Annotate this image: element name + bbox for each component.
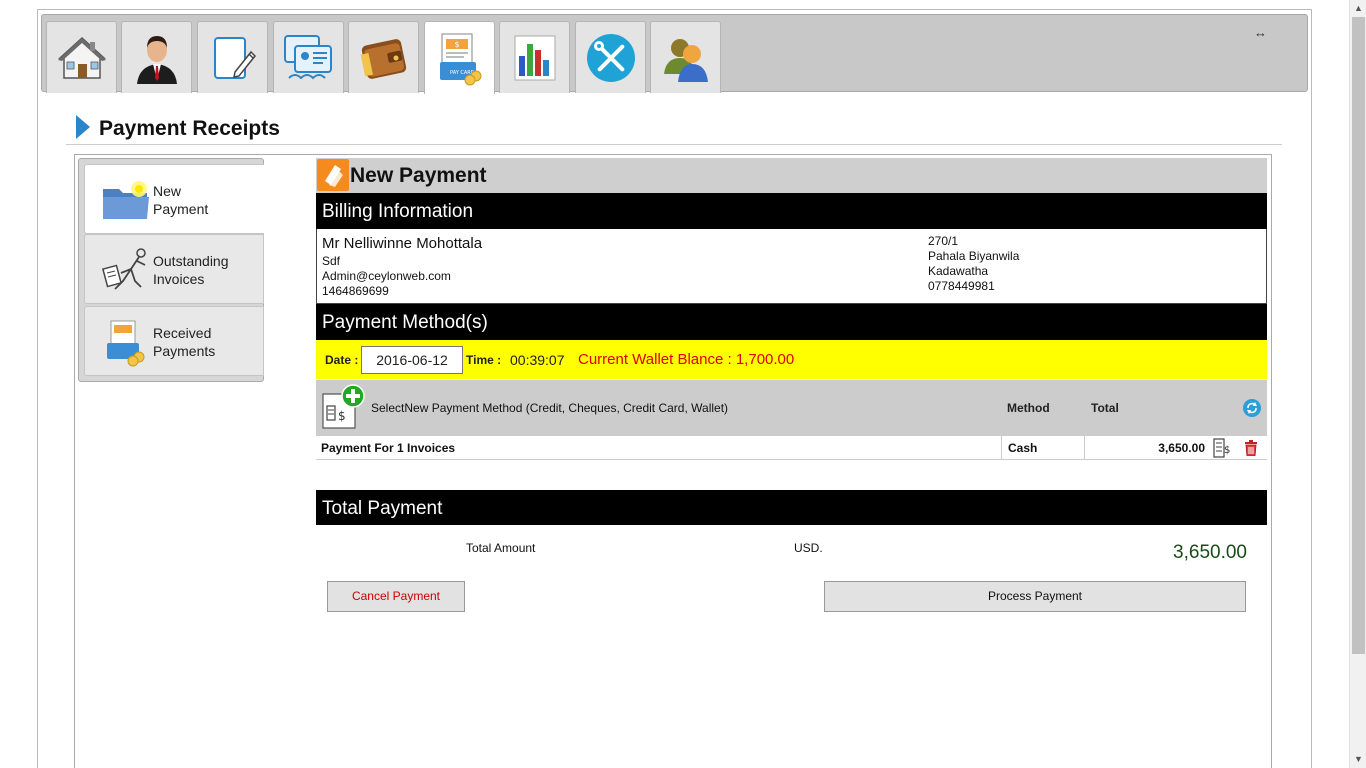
- customer-name: Mr Nelliwinne Mohottala: [322, 235, 483, 252]
- delete-icon[interactable]: [1244, 440, 1258, 456]
- methods-heading: Payment Method(s): [316, 304, 1267, 340]
- column-method: Method: [1007, 401, 1050, 415]
- customer-address: 270/1 Pahala Biyanwila Kadawatha 0778449…: [928, 234, 1019, 294]
- bar-chart-icon: [514, 35, 555, 80]
- address-line1: 270/1: [928, 234, 959, 248]
- cancel-payment-button[interactable]: Cancel Payment: [327, 581, 465, 612]
- customer-email: Admin@ceylonweb.com: [322, 269, 451, 283]
- wallet-icon: [360, 38, 406, 79]
- tab-wallet[interactable]: [348, 21, 419, 93]
- tools-icon: [586, 33, 635, 82]
- sidebar-item-new-payment[interactable]: New Payment: [84, 164, 264, 234]
- sidebar-item-received-payments[interactable]: Received Payments: [84, 306, 264, 376]
- sidebar-label: New Payment: [153, 183, 209, 217]
- resize-icon[interactable]: ↔: [1254, 25, 1267, 40]
- address-line3: Kadawatha: [928, 264, 989, 278]
- tab-home[interactable]: [46, 21, 117, 93]
- tab-cards[interactable]: [273, 21, 344, 93]
- page: $ PAY CARD ↔ Payment Receipts New Paymen…: [0, 0, 1366, 768]
- vertical-scrollbar[interactable]: ▲ ▼: [1349, 0, 1366, 768]
- total-area: Total Amount USD. 3,650.00: [316, 525, 1267, 575]
- total-amount-value: 3,650.00: [1173, 542, 1247, 563]
- row-description: Payment For 1 Invoices: [321, 441, 456, 455]
- currency-label: USD.: [794, 541, 823, 555]
- page-heading: Payment Receipts: [66, 112, 1282, 145]
- address-phone: 0778449981: [928, 279, 995, 293]
- process-payment-button[interactable]: Process Payment: [824, 581, 1246, 612]
- tab-reports[interactable]: [499, 21, 570, 93]
- id-cards-icon: [283, 34, 332, 79]
- received-card-icon: [107, 320, 145, 367]
- svg-text:$: $: [1224, 445, 1230, 456]
- running-man-icon: [101, 248, 146, 290]
- scroll-up-icon[interactable]: ▲: [1350, 0, 1366, 17]
- pay-card-icon: $ PAY CARD: [439, 33, 481, 86]
- date-label: Date :: [325, 353, 359, 367]
- folder-star-icon: [103, 181, 149, 219]
- billing-heading: Billing Information: [316, 193, 1267, 229]
- column-total: Total: [1091, 401, 1119, 415]
- businessman-icon: [136, 35, 177, 84]
- tab-users[interactable]: [650, 21, 721, 93]
- tab-payments[interactable]: $ PAY CARD: [424, 21, 495, 94]
- sidebar-item-outstanding-invoices[interactable]: Outstanding Invoices: [84, 234, 264, 304]
- panel-title: New Payment: [350, 164, 487, 187]
- payment-badge-icon: [317, 159, 349, 191]
- address-line2: Pahala Biyanwila: [928, 249, 1020, 263]
- sidebar-label: Outstanding Invoices: [153, 253, 229, 287]
- receipt-edit-icon[interactable]: $: [1213, 437, 1231, 459]
- table-row: Payment For 1 Invoices Cash 3,650.00 $: [316, 436, 1267, 460]
- time-label: Time :: [466, 353, 502, 367]
- row-total: 3,650.00: [1158, 441, 1205, 455]
- customer-company: Sdf: [322, 254, 341, 268]
- left-menu: New Payment Outstanding Invoices Receive…: [78, 158, 264, 382]
- scroll-thumb[interactable]: [1352, 17, 1365, 654]
- new-payment-header: New Payment: [316, 158, 1267, 193]
- tab-tools[interactable]: [575, 21, 646, 93]
- method-header: $ SelectNew Payment Method (Credit, Cheq…: [316, 380, 1267, 436]
- main-tab-bar: $ PAY CARD ↔: [41, 14, 1308, 94]
- svg-text:$: $: [454, 40, 459, 49]
- scroll-down-icon[interactable]: ▼: [1350, 751, 1366, 768]
- tab-edit[interactable]: [197, 21, 268, 93]
- billing-box: Mr Nelliwinne Mohottala Sdf Admin@ceylon…: [316, 229, 1267, 304]
- heading-arrow-icon: [76, 115, 90, 139]
- customer-phone: 1464869699: [322, 284, 389, 298]
- edit-document-icon: [213, 36, 256, 79]
- sidebar-label: Received Payments: [153, 325, 216, 359]
- total-amount-label: Total Amount: [466, 541, 536, 555]
- svg-text:$: $: [338, 409, 346, 423]
- users-group-icon: [663, 38, 708, 82]
- date-input[interactable]: 2016-06-12: [361, 346, 463, 374]
- row-method: Cash: [1001, 436, 1085, 460]
- time-value: 00:39:07: [510, 352, 565, 368]
- add-payment-method-icon[interactable]: $: [321, 384, 365, 430]
- tab-user[interactable]: [121, 21, 192, 93]
- wallet-balance: Current Wallet Blance : 1,700.00: [578, 351, 795, 368]
- select-method-link[interactable]: SelectNew Payment Method (Credit, Cheque…: [371, 401, 728, 415]
- date-bar: Date : 2016-06-12 Time : 00:39:07 Curren…: [316, 340, 1267, 379]
- refresh-icon[interactable]: [1243, 399, 1261, 417]
- total-heading: Total Payment: [316, 490, 1267, 525]
- house-icon: [57, 36, 106, 79]
- customer-details: Mr Nelliwinne Mohottala Sdf Admin@ceylon…: [322, 235, 482, 299]
- page-title: Payment Receipts: [99, 117, 280, 140]
